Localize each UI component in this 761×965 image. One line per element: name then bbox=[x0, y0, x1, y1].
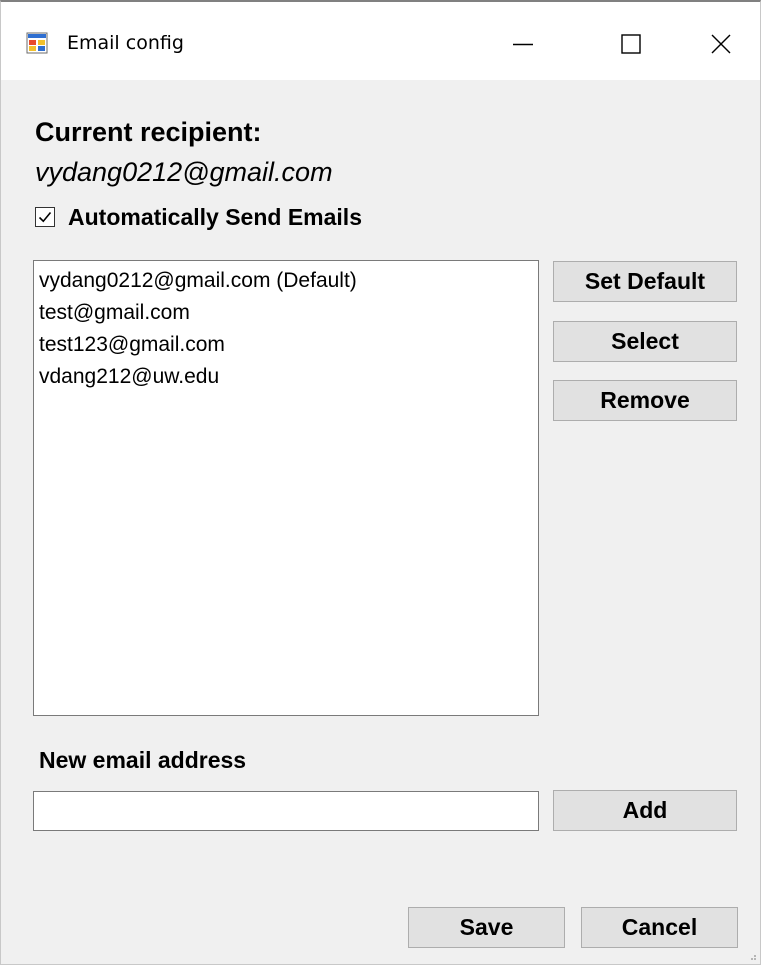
client-area: Current recipient: vydang0212@gmail.com … bbox=[1, 80, 760, 964]
window-title: Email config bbox=[67, 32, 184, 54]
select-button[interactable]: Select bbox=[553, 321, 737, 362]
resize-grip-icon[interactable] bbox=[747, 951, 757, 961]
maximize-button[interactable] bbox=[593, 14, 669, 74]
list-item[interactable]: vydang0212@gmail.com (Default) bbox=[39, 265, 538, 297]
minimize-button[interactable] bbox=[485, 14, 561, 74]
current-recipient-email: vydang0212@gmail.com bbox=[35, 157, 333, 187]
list-item[interactable]: vdang212@uw.edu bbox=[39, 361, 538, 393]
new-email-input[interactable] bbox=[33, 791, 539, 831]
title-bar[interactable]: Email config bbox=[1, 2, 760, 80]
app-icon bbox=[26, 32, 48, 54]
add-button[interactable]: Add bbox=[553, 790, 737, 831]
save-button[interactable]: Save bbox=[408, 907, 565, 948]
auto-send-label: Automatically Send Emails bbox=[68, 204, 362, 230]
cancel-button[interactable]: Cancel bbox=[581, 907, 738, 948]
minimize-icon bbox=[513, 43, 533, 46]
new-email-label: New email address bbox=[39, 747, 247, 773]
remove-button[interactable]: Remove bbox=[553, 380, 737, 421]
close-button[interactable] bbox=[683, 14, 759, 74]
checkmark-icon bbox=[38, 211, 52, 223]
list-item[interactable]: test123@gmail.com bbox=[39, 329, 538, 361]
email-config-window: Email config Current recipient: vydang02… bbox=[0, 0, 761, 965]
current-recipient-label: Current recipient: bbox=[35, 117, 262, 147]
set-default-button[interactable]: Set Default bbox=[553, 261, 737, 302]
list-item[interactable]: test@gmail.com bbox=[39, 297, 538, 329]
email-listbox[interactable]: vydang0212@gmail.com (Default) test@gmai… bbox=[33, 260, 539, 716]
close-icon bbox=[711, 34, 731, 54]
auto-send-option[interactable]: Automatically Send Emails bbox=[35, 202, 362, 232]
maximize-icon bbox=[621, 34, 641, 54]
auto-send-checkbox[interactable] bbox=[35, 207, 55, 227]
